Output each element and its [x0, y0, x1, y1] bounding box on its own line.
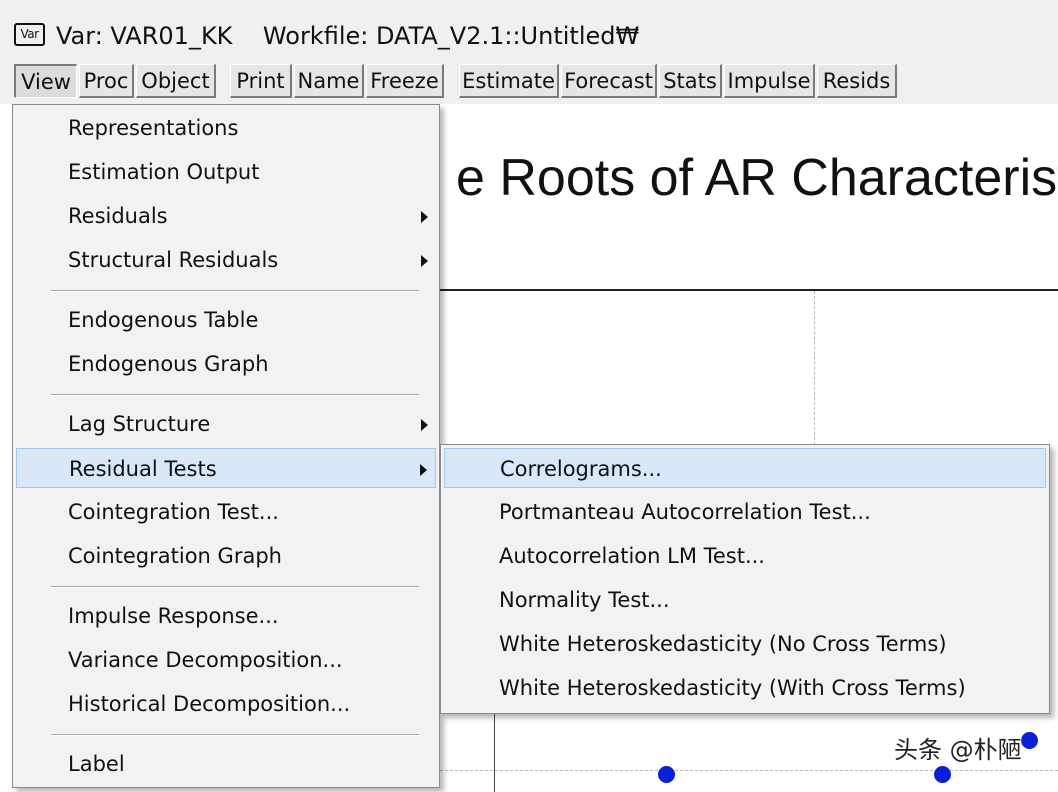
menu-item-residuals[interactable]: Residuals	[16, 196, 436, 236]
submenu-item-white-no-cross-terms[interactable]: White Heteroskedasticity (No Cross Terms…	[444, 624, 1046, 664]
residual-tests-submenu: Correlograms... Portmanteau Autocorrelat…	[440, 444, 1050, 714]
submenu-arrow-icon	[421, 211, 428, 223]
eviews-var-window: Var Var: VAR01_KK Workfile: DATA_V2.1::U…	[0, 0, 1058, 792]
view-button[interactable]: View	[14, 64, 77, 98]
view-menu: Representations Estimation Output Residu…	[12, 104, 440, 788]
freeze-button[interactable]: Freeze	[366, 64, 444, 98]
submenu-arrow-icon	[420, 464, 427, 476]
menu-separator	[51, 394, 419, 396]
menu-item-cointegration-graph[interactable]: Cointegration Graph	[16, 536, 436, 576]
horizontal-gridline	[440, 770, 1058, 771]
submenu-item-white-with-cross-terms[interactable]: White Heteroskedasticity (With Cross Ter…	[444, 668, 1046, 708]
menu-item-historical-decomposition[interactable]: Historical Decomposition...	[16, 684, 436, 724]
graph-frame	[440, 289, 1058, 291]
menu-item-cointegration-test[interactable]: Cointegration Test...	[16, 492, 436, 532]
menu-item-endogenous-graph[interactable]: Endogenous Graph	[16, 344, 436, 384]
menu-item-estimation-output[interactable]: Estimation Output	[16, 152, 436, 192]
submenu-arrow-icon	[421, 419, 428, 431]
window-title: Var: VAR01_KK Workfile: DATA_V2.1::Untit…	[56, 22, 640, 50]
resids-button[interactable]: Resids	[817, 64, 897, 98]
proc-button[interactable]: Proc	[79, 64, 134, 98]
menu-item-variance-decomposition[interactable]: Variance Decomposition...	[16, 640, 436, 680]
ar-root-point	[934, 766, 951, 783]
graph-title: e Roots of AR Characteristi	[456, 149, 1058, 207]
submenu-item-normality-test[interactable]: Normality Test...	[444, 580, 1046, 620]
menu-item-impulse-response[interactable]: Impulse Response...	[16, 596, 436, 636]
var-object-icon: Var	[14, 23, 45, 46]
name-button[interactable]: Name	[294, 64, 364, 98]
object-toolbar: View Proc Object Print Name Freeze Estim…	[0, 60, 1058, 104]
unit-circle-arc	[494, 714, 495, 792]
menu-separator	[51, 586, 419, 588]
print-button[interactable]: Print	[230, 64, 292, 98]
ar-root-point	[658, 766, 675, 783]
submenu-item-correlograms[interactable]: Correlograms...	[444, 448, 1046, 488]
title-bar: Var Var: VAR01_KK Workfile: DATA_V2.1::U…	[0, 0, 1058, 60]
stats-button[interactable]: Stats	[659, 64, 722, 98]
estimate-button[interactable]: Estimate	[459, 64, 559, 98]
menu-item-structural-residuals[interactable]: Structural Residuals	[16, 240, 436, 280]
submenu-arrow-icon	[421, 255, 428, 267]
menu-separator	[51, 734, 419, 736]
menu-item-lag-structure[interactable]: Lag Structure	[16, 404, 436, 444]
submenu-item-autocorrelation-lm-test[interactable]: Autocorrelation LM Test...	[444, 536, 1046, 576]
ar-root-point	[1021, 732, 1038, 749]
menu-item-endogenous-table[interactable]: Endogenous Table	[16, 300, 436, 340]
submenu-item-portmanteau-test[interactable]: Portmanteau Autocorrelation Test...	[444, 492, 1046, 532]
watermark: 头条 @朴陋	[894, 736, 1022, 764]
menu-item-representations[interactable]: Representations	[16, 108, 436, 148]
forecast-button[interactable]: Forecast	[561, 64, 657, 98]
impulse-button[interactable]: Impulse	[724, 64, 815, 98]
menu-item-label[interactable]: Label	[16, 744, 436, 784]
object-button[interactable]: Object	[136, 64, 216, 98]
menu-separator	[51, 290, 419, 292]
menu-item-residual-tests[interactable]: Residual Tests	[16, 448, 436, 488]
